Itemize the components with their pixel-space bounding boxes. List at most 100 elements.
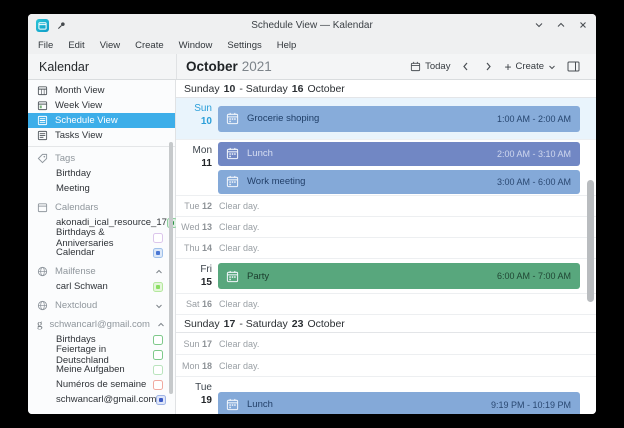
sidebar-item-tasks-view[interactable]: Tasks View (28, 128, 175, 143)
create-label: Create (515, 61, 544, 72)
clear-day-note: Clear day. (219, 299, 260, 309)
day-name: Sun (194, 103, 212, 114)
menu-file[interactable]: File (38, 40, 53, 51)
sidebar-scrollbar[interactable] (169, 142, 173, 394)
pin-icon[interactable] (57, 21, 66, 30)
close-button[interactable] (578, 20, 588, 30)
calendar-item-carl-schwan[interactable]: carl Schwan (28, 279, 175, 294)
event-party[interactable]: Party 6:00 AM - 7:00 AM (218, 263, 580, 289)
tag-item-birthday[interactable]: Birthday (28, 166, 175, 181)
next-week-button[interactable] (477, 59, 500, 74)
maximize-button[interactable] (556, 20, 566, 30)
checkbox-fill (156, 368, 160, 372)
sidebar-item-label: Week View (55, 100, 103, 111)
previous-week-button[interactable] (454, 59, 477, 74)
account-gmail-header[interactable]: g schwancarl@gmail.com (28, 317, 175, 332)
sidebar-item-month-view[interactable]: Month View (28, 83, 175, 98)
account-label: schwancarl@gmail.com (49, 319, 150, 330)
day-name: Thu (183, 243, 200, 253)
window-title: Schedule View — Kalendar (251, 19, 373, 31)
calendar-checkbox[interactable] (153, 334, 163, 345)
calendar-checkbox[interactable] (153, 232, 163, 243)
event-lunch[interactable]: Lunch 2:00 AM - 3:10 AM (218, 141, 580, 166)
day-number: 13 (201, 222, 212, 232)
calendar-checkbox[interactable] (156, 394, 167, 405)
month-view-icon (37, 85, 48, 96)
event-work-meeting[interactable]: Work meeting 3:00 AM - 6:00 AM (218, 169, 580, 194)
day-label: Wed 13 (176, 222, 212, 232)
week-view-icon (37, 100, 48, 111)
day-number: 18 (201, 360, 212, 371)
day-label: Mon 18 (176, 361, 212, 371)
account-nextcloud-header[interactable]: Nextcloud (28, 298, 175, 313)
calendar-checkbox[interactable] (153, 247, 163, 258)
calendar-item-meine-aufgaben[interactable]: Meine Aufgaben (28, 362, 175, 377)
calendar-checkbox[interactable] (153, 379, 163, 390)
tag-item-meeting[interactable]: Meeting (28, 181, 175, 196)
day-label: Fri 15 (176, 259, 212, 293)
minimize-button[interactable] (534, 20, 544, 30)
day-label: Thu 14 (176, 243, 212, 253)
day-label: Sun 17 (176, 339, 212, 349)
menu-edit[interactable]: Edit (68, 40, 84, 51)
day-label: Sun 10 (176, 98, 212, 139)
header-row: Kalendar October 2021 Today + Create (28, 54, 596, 80)
chevron-up-icon[interactable] (157, 321, 165, 329)
checkbox-fill (156, 383, 160, 387)
menu-view[interactable]: View (100, 40, 120, 51)
calendar-item-numeros-de-semaine[interactable]: Numéros de semaine (28, 377, 175, 392)
titlebar-left (36, 18, 156, 32)
day-name: Tue (195, 382, 212, 393)
calendar-label: Feiertage in Deutschland (56, 343, 109, 366)
sidebar-item-label: Schedule View (55, 115, 118, 126)
calendar-item-gmail-main[interactable]: schwancarl@gmail.com (28, 392, 175, 407)
calendar-checkbox[interactable] (153, 364, 163, 375)
today-button[interactable]: Today (406, 59, 454, 74)
event-lunch-2[interactable]: Lunch 9:19 PM - 10:19 PM (218, 391, 580, 414)
day-row-mon-18: Mon 18 Clear day. (176, 355, 596, 377)
info-panel-toggle-button[interactable] (560, 59, 587, 74)
chevron-up-icon[interactable] (155, 268, 163, 276)
day-label: Tue 19 (176, 377, 212, 414)
day-number: 11 (201, 158, 212, 169)
menu-settings[interactable]: Settings (227, 40, 261, 51)
calendar-item-birthdays-anniversaries[interactable]: Birthdays & Anniversaries (28, 227, 175, 249)
calendar-checkbox[interactable] (153, 349, 163, 360)
event-calendar-icon (226, 270, 239, 283)
week-section-header: Sunday 17- Saturday 23 October (176, 315, 596, 333)
chevron-down-icon (548, 63, 556, 71)
event-title: Work meeting (247, 176, 306, 187)
section-day-number: 16 (291, 82, 304, 95)
events-column: Lunch 2:00 AM - 3:10 AM Work meeting 3:0… (218, 140, 580, 195)
day-name: Wed (181, 222, 200, 232)
create-button[interactable]: + Create (500, 59, 560, 75)
google-account-icon: g (37, 318, 43, 330)
tag-icon (37, 153, 48, 164)
tags-section-header[interactable]: Tags (28, 151, 175, 166)
checkbox-fill (156, 284, 160, 289)
event-grocerie-shoping[interactable]: Grocerie shoping 1:00 AM - 2:00 AM (218, 105, 580, 132)
calendar-item-calendar[interactable]: Calendar (28, 245, 175, 260)
plus-icon: + (504, 59, 512, 74)
event-time: 3:00 AM - 6:00 AM (496, 176, 571, 187)
calendar-label: schwancarl@gmail.com (56, 394, 157, 405)
day-row-sun-17: Sun 17 Clear day. (176, 333, 596, 355)
calendar-label: Meine Aufgaben (56, 364, 125, 375)
day-label: Mon 11 (176, 140, 212, 195)
section-day-number: 17 (223, 317, 236, 330)
menu-help[interactable]: Help (277, 40, 297, 51)
main-header: October 2021 Today + Create (176, 54, 596, 79)
day-number: 16 (201, 299, 212, 309)
menu-create[interactable]: Create (135, 40, 164, 51)
chevron-down-icon[interactable] (155, 302, 163, 310)
account-mailfense-header[interactable]: Mailfense (28, 264, 175, 279)
event-calendar-icon (226, 175, 239, 188)
calendars-section-header[interactable]: Calendars (28, 200, 175, 215)
sidebar-item-week-view[interactable]: Week View (28, 98, 175, 113)
titlebar[interactable]: Schedule View — Kalendar (28, 14, 596, 36)
calendar-item-feiertage[interactable]: Feiertage in Deutschland (28, 344, 175, 366)
sidebar-item-schedule-view[interactable]: Schedule View (28, 113, 175, 128)
calendar-checkbox[interactable] (153, 281, 163, 292)
menu-window[interactable]: Window (179, 40, 213, 51)
schedule-scrollbar[interactable] (587, 180, 594, 302)
